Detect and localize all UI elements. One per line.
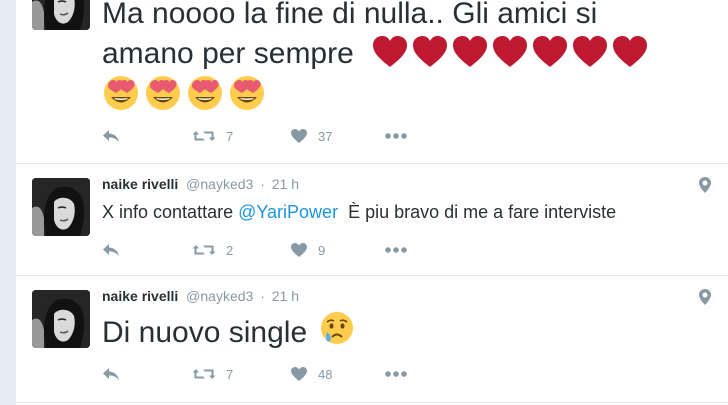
retweet-button[interactable]: 2 [192, 243, 290, 258]
reply-icon [102, 243, 120, 257]
reply-button[interactable] [102, 367, 192, 381]
heart-eyes-emoji [186, 74, 224, 112]
crying-face-emoji [319, 310, 355, 346]
tweet-actions: 7 48 [102, 364, 408, 384]
tweet-text-after: È piu bravo di me a fare interviste [338, 202, 617, 222]
timestamp[interactable]: 21 h [272, 288, 299, 304]
tweet-actions: 7 37 [102, 126, 408, 146]
avatar[interactable] [32, 178, 90, 236]
red-heart-emoji [572, 35, 608, 69]
tweet-divider [16, 402, 728, 403]
author-name[interactable]: naike rivelli [102, 288, 178, 304]
avatar[interactable] [32, 290, 90, 348]
retweet-icon [192, 243, 216, 257]
reply-button[interactable] [102, 129, 192, 143]
heart-eyes-emoji [144, 74, 182, 112]
geo-pin-icon[interactable] [698, 176, 712, 194]
avatar[interactable] [32, 0, 90, 30]
like-icon [290, 128, 308, 144]
more-button[interactable] [384, 370, 408, 378]
more-icon [384, 370, 408, 378]
separator-dot: · [260, 288, 265, 304]
retweet-icon [192, 129, 216, 143]
tweet-text-before: X info contattare [102, 202, 239, 222]
author-handle[interactable]: @nayked3 [186, 176, 253, 192]
red-hearts [372, 37, 652, 70]
retweet-count: 2 [226, 242, 234, 258]
like-count: 9 [318, 242, 326, 258]
separator-dot: · [260, 176, 265, 192]
tweet-1[interactable]: Ma noooo la fine di nulla.. Gli amici si… [16, 0, 728, 164]
retweet-count: 7 [226, 366, 234, 382]
tweet-text: X info contattare @YariPower È piu bravo… [102, 202, 616, 223]
timestamp[interactable]: 21 h [272, 176, 299, 192]
heart-eyes-emoji [228, 74, 266, 112]
like-icon [290, 366, 308, 382]
like-count: 37 [318, 128, 333, 144]
author-handle[interactable]: @nayked3 [186, 288, 253, 304]
red-heart-emoji [412, 35, 448, 69]
red-heart-emoji [372, 35, 408, 69]
tweet-text-line-2: amano per sempre [102, 34, 652, 74]
like-button[interactable]: 37 [290, 128, 384, 144]
more-button[interactable] [384, 246, 408, 254]
tweet-2[interactable]: naike rivelli @nayked3 · 21 h X info con… [16, 164, 728, 276]
red-heart-emoji [452, 35, 488, 69]
more-icon [384, 246, 408, 254]
like-button[interactable]: 48 [290, 366, 384, 382]
heart-eyes-row [102, 74, 270, 117]
geo-pin-icon[interactable] [698, 288, 712, 306]
like-button[interactable]: 9 [290, 242, 384, 258]
reply-button[interactable] [102, 243, 192, 257]
tweet-header: naike rivelli @nayked3 · 21 h [102, 176, 299, 192]
reply-icon [102, 129, 120, 143]
more-button[interactable] [384, 132, 408, 140]
tweet-text-row: Di nuovo single [102, 310, 355, 353]
retweet-button[interactable]: 7 [192, 129, 290, 144]
reply-icon [102, 367, 120, 381]
tweet-3[interactable]: naike rivelli @nayked3 · 21 h Di nuovo s… [16, 276, 728, 405]
like-count: 48 [318, 366, 333, 382]
timeline: Ma noooo la fine di nulla.. Gli amici si… [16, 0, 728, 405]
tweet-text: amano per sempre [102, 37, 354, 70]
retweet-icon [192, 367, 216, 381]
tweet-text: Di nuovo single [102, 316, 308, 349]
red-heart-emoji [612, 35, 648, 69]
retweet-count: 7 [226, 128, 234, 144]
like-icon [290, 242, 308, 258]
red-heart-emoji [532, 35, 568, 69]
heart-eyes-emoji [102, 74, 140, 112]
retweet-button[interactable]: 7 [192, 367, 290, 382]
tweet-text-line-1: Ma noooo la fine di nulla.. Gli amici si [102, 0, 598, 30]
tweet-actions: 2 9 [102, 240, 408, 260]
more-icon [384, 132, 408, 140]
mention-link[interactable]: @YariPower [238, 202, 338, 222]
author-name[interactable]: naike rivelli [102, 176, 178, 192]
tweet-header: naike rivelli @nayked3 · 21 h [102, 288, 299, 304]
red-heart-emoji [492, 35, 528, 69]
